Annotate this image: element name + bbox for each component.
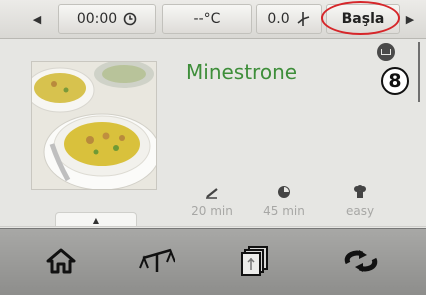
- time-display[interactable]: 00:00: [58, 4, 156, 34]
- home-button[interactable]: [34, 239, 88, 283]
- chevron-right-icon[interactable]: ▶: [402, 4, 418, 34]
- temperature-value: --°C: [193, 11, 221, 27]
- speed-display[interactable]: 0.0: [256, 4, 322, 34]
- start-button[interactable]: Başla: [326, 4, 400, 34]
- difficulty-value: easy: [345, 204, 375, 218]
- scale-icon: [139, 248, 175, 272]
- total-time-icon: [278, 186, 290, 198]
- speed-value: 0.0: [267, 11, 290, 27]
- recipe-cards-icon: [241, 246, 268, 276]
- difficulty-info: easy: [330, 184, 390, 218]
- preparation-icon: [206, 188, 218, 199]
- start-label: Başla: [341, 11, 385, 27]
- clock-icon: [123, 12, 137, 26]
- prep-time-info: 20 min: [182, 184, 242, 218]
- home-icon: [46, 248, 76, 274]
- soup-image: [32, 62, 156, 189]
- divider: [0, 226, 426, 227]
- speed-icon: [297, 12, 309, 26]
- turbo-button[interactable]: [334, 239, 388, 283]
- bottom-nav-bar: [0, 228, 426, 295]
- difficulty-icon: [354, 185, 366, 198]
- scale-button[interactable]: [130, 239, 184, 283]
- recipe-book-icon[interactable]: [377, 43, 395, 61]
- device-screen: ◀ 00:00 --°C 0.0 Başla ▶ Minestrone 8 20…: [0, 0, 426, 295]
- time-value: 00:00: [76, 11, 118, 27]
- recipe-cards-button[interactable]: [228, 239, 282, 283]
- total-time-info: 45 min: [254, 184, 314, 218]
- step-badge: 8: [381, 67, 409, 95]
- chevron-left-icon[interactable]: ◀: [26, 4, 48, 34]
- recipe-photo[interactable]: [31, 61, 157, 190]
- turbo-icon: [344, 250, 378, 272]
- total-time-value: 45 min: [263, 204, 305, 218]
- prep-time-value: 20 min: [191, 204, 233, 218]
- recipe-title: Minestrone: [186, 60, 298, 84]
- chevron-up-icon[interactable]: ▲: [55, 212, 137, 227]
- temperature-display[interactable]: --°C: [162, 4, 252, 34]
- scrollbar[interactable]: [418, 42, 420, 102]
- status-bar: ◀ 00:00 --°C 0.0 Başla ▶: [0, 0, 426, 39]
